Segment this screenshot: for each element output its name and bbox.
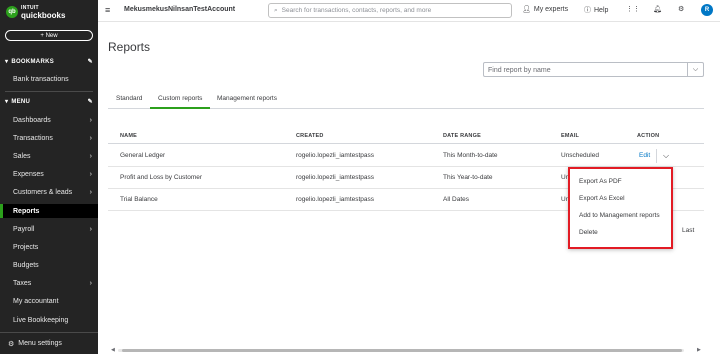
sidebar-item-dashboards[interactable]: Dashboards ›	[0, 113, 98, 127]
scroll-left-icon[interactable]: ◀	[111, 347, 115, 353]
column-header-created[interactable]: CREATED	[296, 133, 324, 139]
chevron-right-icon: ›	[89, 188, 92, 196]
action-divider	[656, 149, 657, 163]
edit-pencil-icon[interactable]: ✎	[88, 58, 93, 65]
bookmarks-header[interactable]: ▾ BOOKMARKS ✎	[5, 58, 93, 66]
column-header-name[interactable]: NAME	[120, 133, 137, 139]
sidebar-item-my-accountant[interactable]: My accountant	[0, 294, 98, 308]
chevron-down-icon: ▾	[5, 59, 9, 65]
apps-grid-icon[interactable]: ⋮⋮	[626, 5, 640, 13]
sidebar-item-payroll[interactable]: Payroll ›	[0, 222, 98, 236]
sidebar-item-sales[interactable]: Sales ›	[0, 149, 98, 163]
menu-header[interactable]: ▾ MENU ✎	[5, 98, 93, 106]
tab-standard[interactable]: Standard	[116, 90, 142, 109]
report-tabs: Standard Custom reports Management repor…	[108, 90, 704, 109]
menu-item-export-pdf[interactable]: Export As PDF	[579, 178, 622, 185]
avatar[interactable]: R	[701, 4, 713, 16]
new-button[interactable]: + New	[5, 30, 93, 41]
menu-label: MENU	[11, 98, 31, 105]
top-bar: ≡ MekusmekusNilnsanTestAccount ⌕ Search …	[98, 0, 720, 22]
menu-item-delete[interactable]: Delete	[579, 229, 598, 236]
column-header-email: EMAIL	[561, 133, 580, 139]
column-header-date-range[interactable]: DATE RANGE	[443, 133, 481, 139]
action-dropdown-menu: Export As PDF Export As Excel Add to Man…	[568, 167, 673, 249]
pager-last-link[interactable]: Last	[682, 227, 694, 234]
gear-icon: ⚙	[8, 340, 15, 348]
chevron-right-icon: ›	[89, 152, 92, 160]
sidebar-item-transactions[interactable]: Transactions ›	[0, 131, 98, 145]
person-icon: 👤︎	[522, 6, 531, 13]
menu-item-export-excel[interactable]: Export As Excel	[579, 195, 625, 202]
chevron-down-icon[interactable]: ⌵	[663, 151, 669, 161]
date-range: This Year-to-date	[443, 174, 493, 181]
hamburger-menu-icon[interactable]: ≡	[105, 5, 110, 15]
company-name: MekusmekusNilnsanTestAccount	[124, 6, 236, 13]
chevron-right-icon: ›	[89, 116, 92, 124]
sidebar-item-projects[interactable]: Projects	[0, 240, 98, 254]
search-icon: ⌕	[274, 6, 278, 14]
sidebar-item-live-bookkeeping[interactable]: Live Bookkeeping	[0, 313, 98, 327]
settings-gear-icon[interactable]: ⚙	[678, 5, 684, 13]
logo-line2: quickbooks	[21, 11, 66, 20]
find-report-input[interactable]: Find report by name ⌵	[483, 62, 704, 77]
horizontal-scrollbar[interactable]: ◀ ▶	[108, 347, 704, 353]
chevron-down-icon[interactable]: ⌵	[687, 63, 703, 76]
tab-custom-reports[interactable]: Custom reports	[150, 90, 211, 109]
sidebar-item-taxes[interactable]: Taxes ›	[0, 276, 98, 290]
scroll-thumb[interactable]	[122, 349, 682, 352]
created-by: rogelio.lopezli_iamtestpass	[296, 196, 375, 203]
sidebar-item-reports[interactable]: Reports	[0, 204, 98, 218]
sidebar-item-expenses[interactable]: Expenses ›	[0, 167, 98, 181]
notifications-bell-icon[interactable]: 🔔︎	[653, 5, 662, 13]
edit-pencil-icon[interactable]: ✎	[88, 98, 93, 105]
menu-item-add-management-reports[interactable]: Add to Management reports	[579, 212, 660, 219]
sidebar-item-bank-transactions[interactable]: Bank transactions	[0, 72, 98, 86]
email-status: Unscheduled	[561, 152, 599, 159]
menu-settings-button[interactable]: ⚙ Menu settings	[0, 332, 98, 354]
chevron-right-icon: ›	[89, 170, 92, 178]
report-name-link[interactable]: Trial Balance	[120, 196, 158, 203]
find-report-placeholder: Find report by name	[488, 67, 551, 74]
help-button[interactable]: ⓘ Help	[584, 5, 608, 15]
sidebar-divider	[5, 91, 93, 92]
report-name-link[interactable]: Profit and Loss by Customer	[120, 174, 202, 181]
bookmarks-label: BOOKMARKS	[11, 58, 55, 65]
tab-management-reports[interactable]: Management reports	[217, 90, 277, 109]
report-name-link[interactable]: General Ledger	[120, 152, 165, 159]
created-by: rogelio.lopezli_iamtestpass	[296, 174, 375, 181]
search-placeholder: Search for transactions, contacts, repor…	[281, 7, 432, 14]
chevron-down-icon: ▾	[5, 99, 9, 105]
scroll-right-icon[interactable]: ▶	[697, 347, 701, 353]
table-header: NAME CREATED DATE RANGE EMAIL ACTION	[108, 128, 704, 144]
chevron-right-icon: ›	[89, 225, 92, 233]
table-row: General Ledger rogelio.lopezli_iamtestpa…	[108, 145, 704, 167]
help-icon: ⓘ	[584, 7, 591, 14]
search-input[interactable]: ⌕ Search for transactions, contacts, rep…	[268, 3, 512, 18]
sidebar-item-customers-leads[interactable]: Customers & leads ›	[0, 185, 98, 199]
quickbooks-logo-icon: qb	[6, 6, 18, 18]
date-range: All Dates	[443, 196, 470, 203]
sidebar: qb INTUIT quickbooks + New ▾ BOOKMARKS ✎ …	[0, 0, 98, 354]
sidebar-item-budgets[interactable]: Budgets	[0, 258, 98, 272]
created-by: rogelio.lopezli_iamtestpass	[296, 152, 375, 159]
chevron-right-icon: ›	[89, 134, 92, 142]
quickbooks-logo[interactable]: qb INTUIT quickbooks	[6, 5, 66, 20]
chevron-right-icon: ›	[89, 279, 92, 287]
edit-link[interactable]: Edit	[639, 152, 650, 159]
page-title: Reports	[108, 40, 151, 54]
date-range: This Month-to-date	[443, 152, 498, 159]
column-header-action: ACTION	[637, 133, 660, 139]
my-experts-button[interactable]: 👤︎ My experts	[522, 5, 568, 14]
